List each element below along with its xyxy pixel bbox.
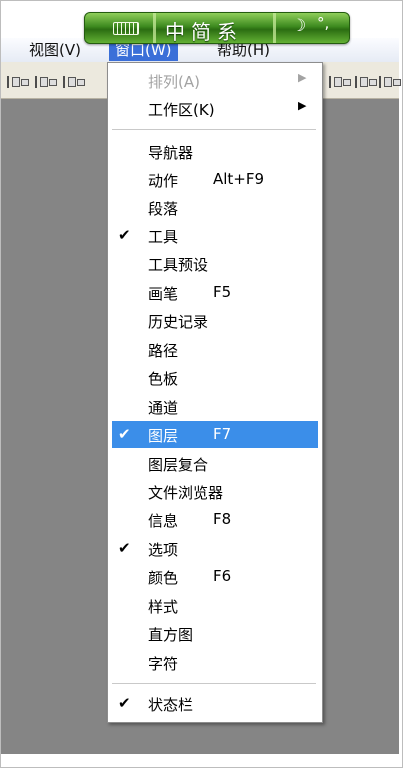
align-bottom-icon[interactable] xyxy=(63,76,87,88)
menu-item-status-bar[interactable]: ✔ 状态栏 xyxy=(112,690,318,717)
menu-item-tool-presets[interactable]: 工具预设 xyxy=(112,250,318,277)
menu-item-channels[interactable]: 通道 xyxy=(112,393,318,420)
menu-item-actions[interactable]: 动作 Alt+F9 xyxy=(112,166,318,193)
align-top-icon[interactable] xyxy=(7,76,31,88)
menu-item-file-browser[interactable]: 文件浏览器 xyxy=(112,478,318,505)
menu-item-label: 路径 xyxy=(148,342,179,360)
menu-item-label: 段落 xyxy=(148,200,179,218)
menu-item-color[interactable]: 颜色 F6 xyxy=(112,563,318,590)
menu-item-shortcut: F7 xyxy=(213,425,232,443)
menu-item-label: 工具 xyxy=(148,228,179,246)
ime-toolbar[interactable]: 中简系 ☽ °, xyxy=(84,12,350,44)
submenu-arrow-icon: ▶ xyxy=(298,99,307,112)
checkmark-icon: ✔ xyxy=(118,539,131,557)
menu-separator xyxy=(112,683,316,684)
menu-item-shortcut: F6 xyxy=(213,567,232,585)
checkmark-icon: ✔ xyxy=(118,694,131,712)
keyboard-icon[interactable] xyxy=(113,22,139,35)
menu-item-styles[interactable]: 样式 xyxy=(112,592,318,619)
distribute-left-icon[interactable] xyxy=(329,76,353,88)
menu-item-options[interactable]: ✔ 选项 xyxy=(112,535,318,562)
menu-item-info[interactable]: 信息 F8 xyxy=(112,506,318,533)
menu-item-label: 样式 xyxy=(148,598,179,616)
menu-item-workspace[interactable]: 工作区(K) ▶ xyxy=(112,95,318,122)
checkmark-icon: ✔ xyxy=(118,425,131,443)
bamboo-node xyxy=(153,13,156,43)
menu-item-label: 导航器 xyxy=(148,144,194,162)
menu-item-shortcut: F8 xyxy=(213,510,232,528)
menu-item-label: 动作 xyxy=(148,172,179,190)
menu-item-label: 字符 xyxy=(148,655,179,673)
menu-item-label: 信息 xyxy=(148,512,179,530)
distribute-center-icon[interactable] xyxy=(355,76,379,88)
menu-item-label: 文件浏览器 xyxy=(148,484,224,502)
menu-item-label: 历史记录 xyxy=(148,313,209,331)
menu-item-navigator[interactable]: 导航器 xyxy=(112,138,318,165)
checkmark-icon: ✔ xyxy=(118,226,131,244)
menu-item-character[interactable]: 字符 xyxy=(112,649,318,676)
menu-item-histogram[interactable]: 直方图 xyxy=(112,620,318,647)
distribute-right-icon[interactable] xyxy=(379,76,403,88)
menu-view[interactable]: 视图(V) xyxy=(23,39,87,61)
menu-item-history[interactable]: 历史记录 xyxy=(112,307,318,334)
menu-item-label: 色板 xyxy=(148,370,179,388)
menu-item-arrange: 排列(A) ▶ xyxy=(112,67,318,94)
menu-item-label: 通道 xyxy=(148,399,179,417)
menu-item-label: 颜色 xyxy=(148,569,179,587)
menu-item-label: 排列(A) xyxy=(148,73,200,91)
punctuation-icon[interactable]: °, xyxy=(317,14,329,32)
menu-item-layer-comps[interactable]: 图层复合 xyxy=(112,450,318,477)
moon-icon[interactable]: ☽ xyxy=(291,16,306,36)
menu-item-label: 选项 xyxy=(148,541,179,559)
menu-item-label: 直方图 xyxy=(148,626,194,644)
menu-item-paths[interactable]: 路径 xyxy=(112,336,318,363)
menu-item-shortcut: Alt+F9 xyxy=(213,170,265,188)
menu-item-label: 工作区(K) xyxy=(148,101,215,119)
menu-item-layers[interactable]: ✔ 图层 F7 xyxy=(112,421,318,448)
menu-item-paragraph[interactable]: 段落 xyxy=(112,194,318,221)
align-middle-icon[interactable] xyxy=(35,76,59,88)
menu-item-tools[interactable]: ✔ 工具 xyxy=(112,222,318,249)
menu-item-label: 图层 xyxy=(148,427,179,445)
submenu-arrow-icon: ▶ xyxy=(298,71,307,84)
menu-item-swatches[interactable]: 色板 xyxy=(112,364,318,391)
window-menu-dropdown: 排列(A) ▶ 工作区(K) ▶ 导航器 动作 Alt+F9 段落 ✔ 工具 工… xyxy=(107,62,323,723)
menu-separator xyxy=(112,129,316,130)
menu-item-shortcut: F5 xyxy=(213,283,232,301)
bamboo-node xyxy=(273,13,276,43)
menu-item-label: 画笔 xyxy=(148,285,179,303)
menu-item-label: 图层复合 xyxy=(148,456,209,474)
menu-item-label: 工具预设 xyxy=(148,256,209,274)
ime-mode-label[interactable]: 中简系 xyxy=(165,16,243,45)
menu-item-label: 状态栏 xyxy=(148,696,194,714)
menu-item-brushes[interactable]: 画笔 F5 xyxy=(112,279,318,306)
